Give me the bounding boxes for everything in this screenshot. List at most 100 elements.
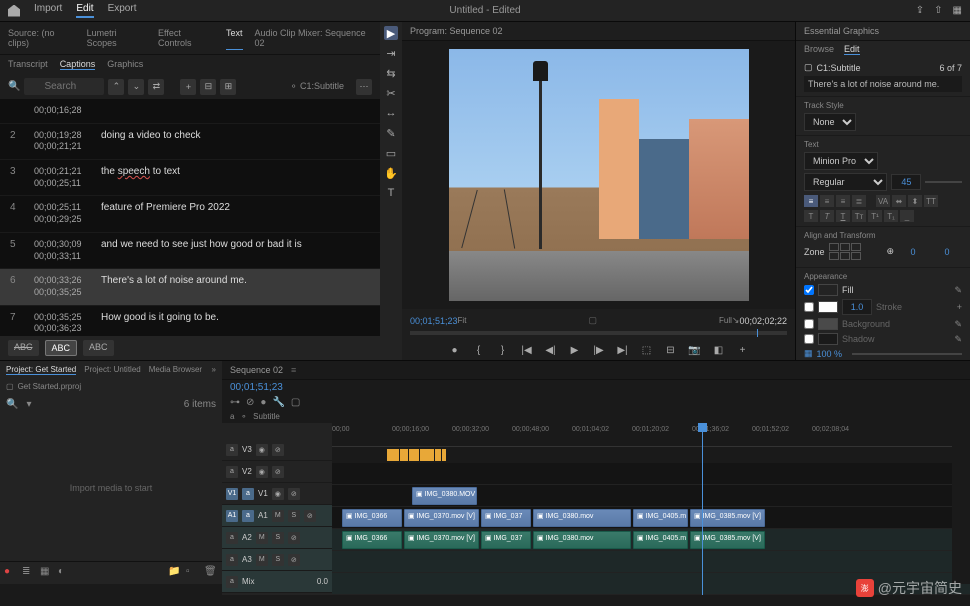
tab-lumetri[interactable]: Lumetri Scopes [87,26,146,50]
go-to-in-icon[interactable]: |◀ [519,342,535,358]
timeline-clip[interactable]: ▣ IMG_0405.m [633,509,688,527]
subtab-graphics[interactable]: Graphics [107,59,143,70]
stroke-swatch[interactable] [818,301,838,313]
new-item-icon[interactable]: ▫ [186,566,200,580]
tab-audio-mixer[interactable]: Audio Clip Mixer: Sequence 02 [255,26,372,50]
video-viewport[interactable] [402,41,795,309]
caption-row[interactable]: 200;00;19;2800;00;21;21doing a video to … [0,124,380,160]
fill-swatch[interactable] [818,284,838,296]
rectangle-tool-icon[interactable]: ▭ [384,146,398,160]
ripple-tool-icon[interactable]: ⇆ [384,66,398,80]
abc-box-button[interactable]: ABC [45,340,78,356]
timeline-clip[interactable]: ▣ IMG_0380.mov [533,531,631,549]
marker-icon[interactable]: ● [260,397,266,408]
cc-track-icon[interactable]: ▢ [291,397,300,408]
lift-icon[interactable]: ⬚ [639,342,655,358]
nav-edit[interactable]: Edit [76,3,93,18]
track-select-tool-icon[interactable]: ⇥ [384,46,398,60]
timeline-tracks[interactable]: 00;0000;00;16;0000;00;32;0000;00;48;0000… [332,423,970,595]
razor-tool-icon[interactable]: ✂ [384,86,398,100]
workspaces-icon[interactable]: ▦ [953,5,962,16]
allcaps-icon[interactable]: TT [924,195,938,207]
eg-weight-select[interactable]: Regular [804,173,887,191]
program-in-timecode[interactable]: 00;01;51;23 [410,316,458,326]
filter-icon[interactable]: ▾ [26,399,31,410]
timeline-clip[interactable]: ▣ IMG_0370.mov [V] [404,509,479,527]
timeline-clip[interactable]: ▣ IMG_037 [481,509,531,527]
superscript-icon[interactable]: T¹ [868,210,882,222]
eg-font-select[interactable]: Minion Pro [804,152,878,170]
eg-track-style-select[interactable]: None [804,113,856,131]
eg-size-slider[interactable] [925,181,962,183]
fill-eyedropper-icon[interactable]: ✎ [954,285,962,296]
go-to-out-icon[interactable]: ▶| [615,342,631,358]
extract-icon[interactable]: ⊟ [663,342,679,358]
hand-tool-icon[interactable]: ✋ [384,166,398,180]
comparison-icon[interactable]: ◧ [711,342,727,358]
tab-project-untitled[interactable]: Project: Untitled [84,365,140,375]
export-frame-icon[interactable]: 📷 [687,342,703,358]
eg-offset-x[interactable]: 0 [898,245,928,259]
timeline-clip[interactable]: ▣ IMG_0405.m [633,531,688,549]
timeline-clip[interactable]: ▣ IMG_0380.MOV [412,487,477,505]
timeline-clip[interactable]: ▣ IMG_0380.mov [533,509,631,527]
align-center-icon[interactable]: ≡ [820,195,834,207]
fill-check[interactable] [804,285,814,295]
replace-button[interactable]: ⇄ [148,79,164,95]
bin-search-icon[interactable]: 🔍 [6,399,18,410]
stroke-add-icon[interactable]: + [957,302,962,312]
freeform-view-icon[interactable]: ● [4,566,18,580]
caption-menu-button[interactable]: ⋯ [356,79,372,95]
nav-export[interactable]: Export [108,3,137,18]
tab-source[interactable]: Source: (no clips) [8,26,75,50]
abc-off-button[interactable]: ABC [8,340,39,356]
subscript-icon[interactable]: T₁ [884,210,898,222]
thumb-size-icon[interactable]: ◐ [58,566,72,580]
add-marker-icon[interactable]: ● [447,342,463,358]
snap-icon[interactable]: ⊶ [230,397,240,408]
align-left-icon[interactable]: ≡ [804,195,818,207]
bold-icon[interactable]: T [804,210,818,222]
tab-text[interactable]: Text [226,26,243,50]
mark-in-icon[interactable]: { [471,342,487,358]
slip-tool-icon[interactable]: ↔ [384,106,398,120]
timeline-clip[interactable]: ▣ IMG_037 [481,531,531,549]
program-out-timecode[interactable]: 00;02;02;22 [739,316,787,326]
eg-offset-y[interactable]: 0 [932,245,962,259]
wrench-icon[interactable]: 🔧 [272,397,284,408]
type-tool-icon[interactable]: T [384,186,398,200]
split-caption-button[interactable]: ⊟ [200,79,216,95]
caption-row[interactable]: 400;00;25;1100;00;29;25feature of Premie… [0,196,380,232]
shadow-swatch[interactable] [818,333,838,345]
list-view-icon[interactable]: ≣ [22,566,36,580]
tab-effect-controls[interactable]: Effect Controls [158,26,214,50]
step-back-icon[interactable]: ◀| [543,342,559,358]
new-bin-icon[interactable]: 📁 [168,566,182,580]
leading-icon[interactable]: ⬍ [908,195,922,207]
eg-layer-name[interactable]: C1:Subtitle [817,63,936,73]
smallcaps-icon[interactable]: Tᴛ [852,210,866,222]
bg-swatch[interactable] [818,318,838,330]
align-right-icon[interactable]: ≡ [836,195,850,207]
caption-row[interactable]: 600;00;33;2600;00;35;25There's a lot of … [0,269,380,305]
nav-import[interactable]: Import [34,3,62,18]
bg-check[interactable] [804,319,814,329]
linked-sel-icon[interactable]: ⊘ [246,397,254,408]
project-bin-empty[interactable]: Import media to start [0,415,222,561]
step-fwd-icon[interactable]: |▶ [591,342,607,358]
tab-project-getstarted[interactable]: Project: Get Started [6,365,76,375]
subtitle-track-label[interactable]: Subtitle [253,412,280,421]
kerning-icon[interactable]: ⬌ [892,195,906,207]
pen-tool-icon[interactable]: ✎ [384,126,398,140]
caption-row[interactable]: 700;00;35;2500;00;36;23How good is it go… [0,306,380,336]
stroke-check[interactable] [804,302,814,312]
eg-size-input[interactable] [891,174,921,190]
prev-result-button[interactable]: ⌃ [108,79,124,95]
zoom-fit[interactable]: Fit [458,316,467,325]
timeline-clip[interactable]: ▣ IMG_0370.mov [V] [404,531,479,549]
program-scrubber[interactable] [410,331,787,335]
underline2-icon[interactable]: _ [900,210,914,222]
caption-row[interactable]: 500;00;30;0900;00;33;11and we need to se… [0,233,380,269]
next-result-button[interactable]: ⌄ [128,79,144,95]
eg-opacity[interactable]: 100 % [817,349,843,359]
